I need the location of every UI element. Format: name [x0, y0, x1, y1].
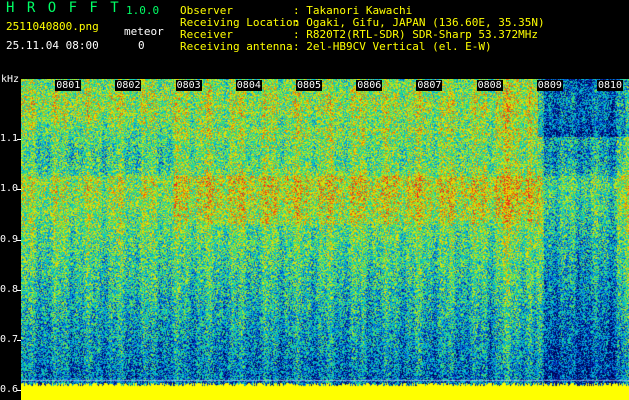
y-tick-label: 1.0 [0, 183, 19, 195]
y-tick-label: 0.8 [0, 283, 19, 295]
app-title: H R O F F T [6, 0, 121, 16]
y-tick-mark [17, 289, 21, 291]
y-tick-mark [17, 189, 21, 191]
x-tick-label: 0804 [235, 80, 262, 91]
y-tick-label: 0.7 [0, 333, 19, 345]
spectrogram-canvas[interactable] [21, 79, 629, 400]
filename-label: 2511040800.png [6, 20, 99, 33]
info-value-antenna: : 2el-HB9CV Vertical (el. E-W) [293, 40, 492, 53]
x-tick-label: 0806 [356, 80, 383, 91]
x-tick-label: 0807 [416, 80, 443, 91]
x-tick-label: 0803 [175, 80, 202, 91]
meteor-label: meteor [124, 25, 164, 38]
y-tick-label: 0.9 [0, 233, 19, 245]
y-tick-label: 0.6 [0, 383, 19, 395]
x-tick-label: 0808 [476, 80, 503, 91]
info-key-antenna: Receiving antenna [180, 40, 293, 53]
x-tick-label: 0809 [536, 80, 563, 91]
x-tick-label: 0801 [55, 80, 82, 91]
y-axis-label: kHz [1, 74, 20, 85]
y-tick-mark [17, 339, 21, 341]
y-tick-label: 1.1 [0, 133, 19, 145]
y-tick-mark [17, 139, 21, 141]
datetime-label: 25.11.04 08:00 [6, 39, 99, 52]
y-tick-mark [17, 239, 21, 241]
x-tick-label: 0810 [596, 80, 624, 91]
y-tick-mark [17, 389, 21, 391]
meteor-count: 0 [138, 39, 145, 52]
app-version: 1.0.0 [126, 4, 160, 17]
x-tick-label: 0805 [295, 80, 323, 91]
x-tick-label: 0802 [115, 80, 142, 91]
